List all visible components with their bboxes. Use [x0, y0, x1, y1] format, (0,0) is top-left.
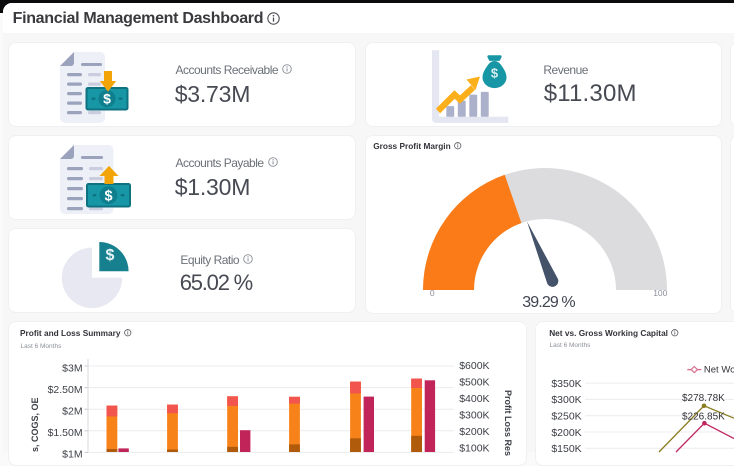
- svg-text:$200K: $200K: [551, 427, 581, 439]
- svg-text:$300K: $300K: [551, 394, 581, 406]
- svg-text:$278.78K: $278.78K: [682, 393, 725, 404]
- svg-text:$400K: $400K: [459, 393, 489, 405]
- svg-text:$100K: $100K: [459, 443, 489, 455]
- svg-text:$300K: $300K: [459, 410, 489, 422]
- svg-text:100: 100: [653, 288, 667, 298]
- svg-text:$1.50M: $1.50M: [48, 427, 83, 439]
- svg-text:$2.50M: $2.50M: [48, 384, 83, 396]
- svg-text:$250K: $250K: [551, 411, 581, 423]
- svg-text:Net Working Capital: Net Working Capital: [704, 365, 734, 376]
- svg-text:$226.85K: $226.85K: [682, 412, 725, 423]
- svg-text:$600K: $600K: [459, 360, 489, 372]
- svg-text:$: $: [491, 66, 499, 81]
- svg-text:39.29 %: 39.29 %: [522, 294, 575, 311]
- svg-text:$: $: [106, 247, 115, 264]
- svg-text:0: 0: [430, 288, 435, 298]
- svg-text:$200K: $200K: [459, 426, 489, 438]
- svg-text:$: $: [104, 188, 112, 204]
- svg-text:$1M: $1M: [62, 449, 82, 461]
- svg-text:$2M: $2M: [62, 406, 82, 418]
- svg-text:$3M: $3M: [62, 362, 82, 374]
- svg-text:$: $: [103, 91, 111, 107]
- svg-text:$350K: $350K: [551, 378, 581, 390]
- svg-text:$500K: $500K: [459, 376, 489, 388]
- svg-text:$150K: $150K: [551, 443, 581, 455]
